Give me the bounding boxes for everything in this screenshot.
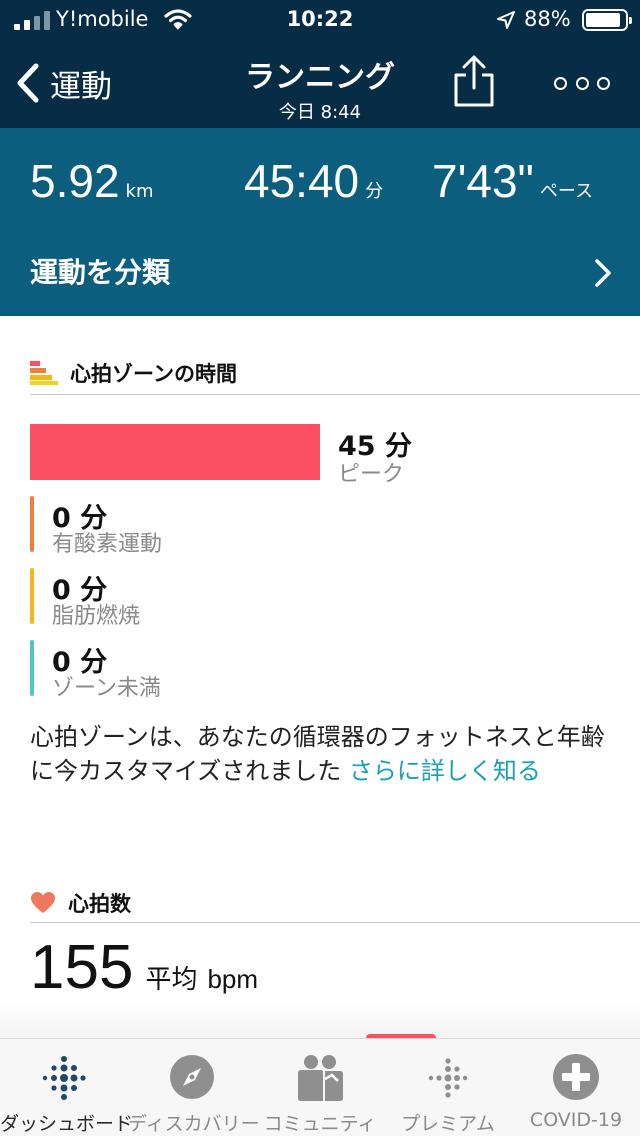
zones-heading: 心拍ゾーンの時間	[70, 362, 237, 386]
pace-stat: 7'43" ペース	[432, 154, 593, 208]
zone-color-line	[30, 568, 34, 624]
classify-exercise-button[interactable]: 運動を分類	[0, 236, 640, 306]
battery-percentage: 88%	[524, 7, 571, 31]
distance-unit: km	[125, 181, 154, 202]
battery-icon	[582, 9, 632, 31]
heart-rate-heading: 心拍数	[68, 892, 131, 916]
heart-rate-average: 155 平均 bpm	[30, 932, 258, 1003]
people-icon	[298, 1055, 343, 1101]
tab-label: COVID-19	[529, 1109, 623, 1131]
chevron-right-icon	[595, 259, 611, 287]
zones-section-header: 心拍ゾーンの時間	[30, 358, 237, 388]
zone-label: 有酸素運動	[52, 532, 163, 557]
zone-label: 脂肪燃焼	[52, 604, 141, 629]
page-subtitle: 今日 8:44	[278, 102, 362, 123]
zone-label: ゾーン未満	[52, 676, 161, 701]
location-arrow-icon	[497, 11, 515, 29]
heart-rate-value: 155	[30, 933, 134, 1002]
compass-icon	[170, 1055, 214, 1099]
plus-circle-icon	[553, 1054, 599, 1100]
zone-color-line	[30, 640, 34, 696]
status-bar: Y!mobile 10:22 88%	[0, 0, 640, 40]
tab-label: ダッシュボード	[0, 1113, 134, 1135]
more-options-icon[interactable]	[554, 72, 610, 94]
learn-more-link[interactable]: さらに詳しく知る	[349, 757, 541, 785]
duration-unit: 分	[365, 181, 384, 202]
tab-premium[interactable]: プレミアム	[384, 1039, 512, 1136]
header-title-group: ランニング 今日 8:44	[0, 52, 640, 124]
zone-row-below-zones: 0 分 ゾーン未満	[30, 640, 330, 701]
classify-exercise-label: 運動を分類	[30, 256, 171, 289]
fitbit-dots-icon	[42, 1056, 86, 1100]
page-title: ランニング	[245, 60, 395, 95]
divider	[30, 394, 640, 395]
zone-color-line	[30, 496, 34, 552]
heart-icon	[31, 892, 55, 913]
stats-panel: 5.92 km 45:40 分 7'43" ペース 運動を分類	[0, 128, 640, 316]
navigation-header: Y!mobile 10:22 88% 運動 ランニング 今日 8:44	[0, 0, 640, 128]
premium-dots-icon	[428, 1058, 468, 1098]
heart-rate-section-header: 心拍数	[30, 888, 131, 918]
share-icon[interactable]	[452, 54, 496, 108]
zone-row-cardio: 0 分 有酸素運動	[30, 496, 330, 557]
peak-zone-bar	[30, 424, 320, 480]
duration-stat: 45:40 分	[244, 154, 383, 208]
distance-stat: 5.92 km	[30, 154, 154, 208]
tab-dashboard[interactable]: ダッシュボード	[0, 1039, 134, 1136]
tab-covid-19[interactable]: COVID-19	[512, 1039, 640, 1136]
heart-rate-avg-label: 平均	[145, 965, 198, 995]
scroll-fade	[0, 1000, 640, 1040]
duration-value: 45:40	[244, 155, 360, 207]
zone-bars-icon	[30, 361, 58, 385]
zone-row-fat-burn: 0 分 脂肪燃焼	[30, 568, 330, 629]
pace-unit: ペース	[539, 181, 593, 202]
distance-value: 5.92	[30, 155, 120, 207]
zones-description: 心拍ゾーンは、あなたの循環器のフォットネスと年齢に今カスタマイズされました さら…	[30, 720, 620, 788]
tab-label: コミュニティ	[263, 1113, 377, 1135]
tab-community[interactable]: コミュニティ	[256, 1039, 384, 1136]
peak-zone-label: ピーク	[338, 462, 405, 487]
heart-rate-unit: bpm	[207, 964, 259, 994]
tab-bar: ダッシュボード ディスカバリー コミュニティ プレミアム COVID-19	[0, 1038, 640, 1136]
pace-value: 7'43"	[432, 155, 534, 207]
tab-label: ディスカバリー	[128, 1113, 260, 1135]
tab-label: プレミアム	[401, 1113, 495, 1135]
tab-discovery[interactable]: ディスカバリー	[128, 1039, 260, 1136]
divider	[30, 922, 640, 923]
